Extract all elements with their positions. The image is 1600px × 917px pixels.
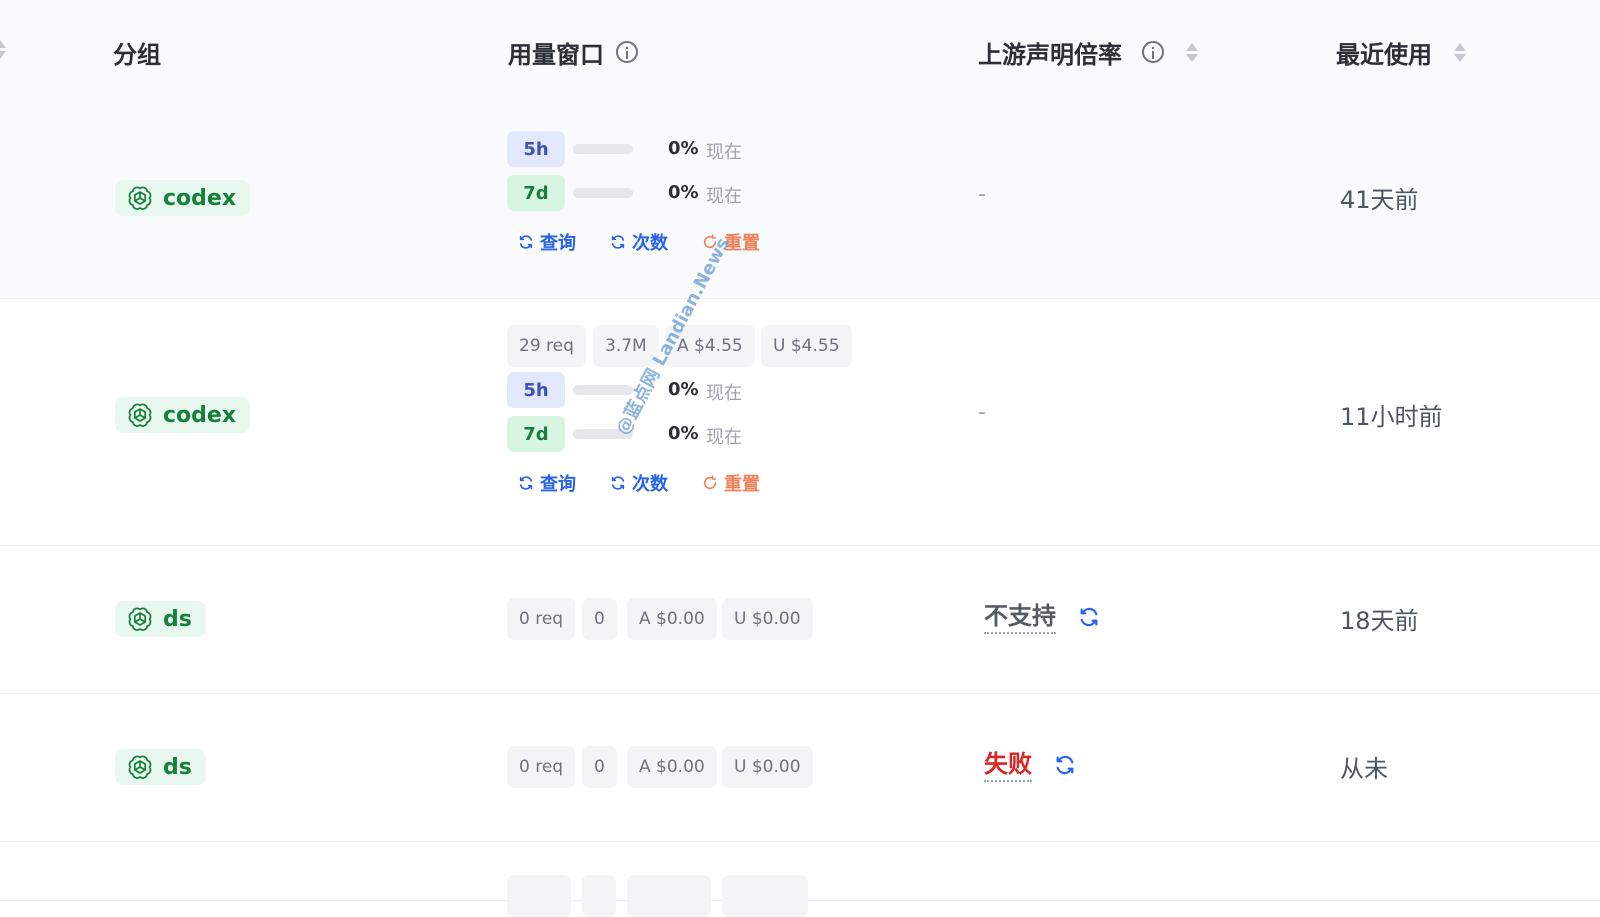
refresh-icon <box>610 234 626 250</box>
stat-user-cost: U $0.00 <box>722 598 813 640</box>
upstream-rate: - <box>978 182 986 207</box>
stat-user-cost <box>722 875 808 917</box>
refresh-icon <box>518 234 534 250</box>
refresh-icon[interactable] <box>1054 754 1076 776</box>
refresh-icon <box>518 475 534 491</box>
openai-logo-icon <box>127 754 153 780</box>
group-badge: codex <box>115 397 251 433</box>
table-header: 分组 用量窗口 上游声明倍率 最近使用 <box>0 0 1600 105</box>
stat-account-cost: A $0.00 <box>627 598 717 640</box>
last-used: 从未 <box>1340 755 1388 783</box>
usage-percent: 0% <box>668 182 699 203</box>
window-chip-7d: 7d <box>507 175 565 211</box>
reset-time: 现在 <box>706 142 742 163</box>
reset-time: 现在 <box>706 186 742 207</box>
last-used: 41天前 <box>1340 186 1419 214</box>
sort-icon[interactable] <box>0 40 6 59</box>
table-row: ds 0 req 0 A $0.00 U $0.00 失败 从未 <box>0 693 1600 842</box>
column-header-last-used[interactable]: 最近使用 <box>1336 34 1466 70</box>
stat-account-cost: A $0.00 <box>627 746 717 788</box>
table-row: codex 29 req 3.7M A $4.55 U $4.55 5h 0% … <box>0 298 1600 546</box>
stat-account-cost <box>627 875 711 917</box>
table-row <box>0 841 1600 917</box>
window-chip-7d: 7d <box>507 416 565 452</box>
group-name: ds <box>163 754 192 780</box>
column-header-upstream-rate[interactable]: 上游声明倍率 <box>978 34 1198 70</box>
info-circle-icon[interactable] <box>616 41 638 63</box>
column-header-label: 上游声明倍率 <box>978 40 1122 69</box>
column-header-label: 最近使用 <box>1336 40 1432 69</box>
upstream-status: 不支持 <box>984 600 1100 634</box>
reset-time: 现在 <box>706 427 742 448</box>
stat-requests: 0 req <box>507 598 576 640</box>
group-badge: ds <box>115 601 206 637</box>
openai-logo-icon <box>127 402 153 428</box>
usage-percent: 0% <box>668 423 699 444</box>
refresh-icon <box>610 475 626 491</box>
stat-requests: 0 req <box>507 746 576 788</box>
openai-logo-icon <box>127 606 153 632</box>
group-badge: codex <box>115 180 251 216</box>
count-button[interactable]: 次数 <box>610 470 668 496</box>
usage-progress-bar <box>573 385 633 395</box>
upstream-status: 失败 <box>984 748 1076 782</box>
sort-icon[interactable] <box>1186 42 1198 62</box>
stat-user-cost: U $0.00 <box>722 746 813 788</box>
stat-tokens: 0 <box>582 598 617 640</box>
stat-user-cost: U $4.55 <box>761 325 852 367</box>
window-chip-5h: 5h <box>507 372 565 408</box>
stat-requests: 29 req <box>507 325 586 367</box>
table-row: codex 5h 0% 现在 7d 0% 现在 查询 次数 重置 - 41天前 <box>0 104 1600 299</box>
sort-icon[interactable] <box>1454 42 1466 62</box>
upstream-status-text: 不支持 <box>984 600 1056 634</box>
usage-percent: 0% <box>668 379 699 400</box>
reset-time: 现在 <box>706 383 742 404</box>
group-name: codex <box>163 402 237 428</box>
stat-requests <box>507 875 571 917</box>
usage-progress-bar <box>573 144 633 154</box>
last-used: 11小时前 <box>1340 403 1443 431</box>
info-circle-icon[interactable] <box>1142 41 1164 63</box>
usage-progress-bar <box>573 188 633 198</box>
last-used: 18天前 <box>1340 607 1419 635</box>
query-button[interactable]: 查询 <box>518 229 576 255</box>
query-button[interactable]: 查询 <box>518 470 576 496</box>
column-header-group: 分组 <box>113 34 161 70</box>
rotate-cw-icon <box>702 475 718 491</box>
column-header-label: 用量窗口 <box>508 40 604 69</box>
usage-percent: 0% <box>668 138 699 159</box>
count-button[interactable]: 次数 <box>610 229 668 255</box>
column-header-usage-window: 用量窗口 <box>508 34 638 70</box>
table-row: ds 0 req 0 A $0.00 U $0.00 不支持 18天前 <box>0 545 1600 694</box>
group-name: codex <box>163 185 237 211</box>
refresh-icon[interactable] <box>1078 606 1100 628</box>
upstream-status-text: 失败 <box>984 748 1032 782</box>
openai-logo-icon <box>127 185 153 211</box>
window-chip-5h: 5h <box>507 131 565 167</box>
group-name: ds <box>163 606 192 632</box>
upstream-rate: - <box>978 400 986 425</box>
column-header-label: 分组 <box>113 40 161 69</box>
group-badge: ds <box>115 749 206 785</box>
reset-button[interactable]: 重置 <box>702 470 760 496</box>
stat-tokens: 0 <box>582 746 617 788</box>
stat-tokens <box>582 875 616 917</box>
accounts-table: 分组 用量窗口 上游声明倍率 最近使用 codex 5h 0% 现在 7d 0%… <box>0 0 1600 917</box>
